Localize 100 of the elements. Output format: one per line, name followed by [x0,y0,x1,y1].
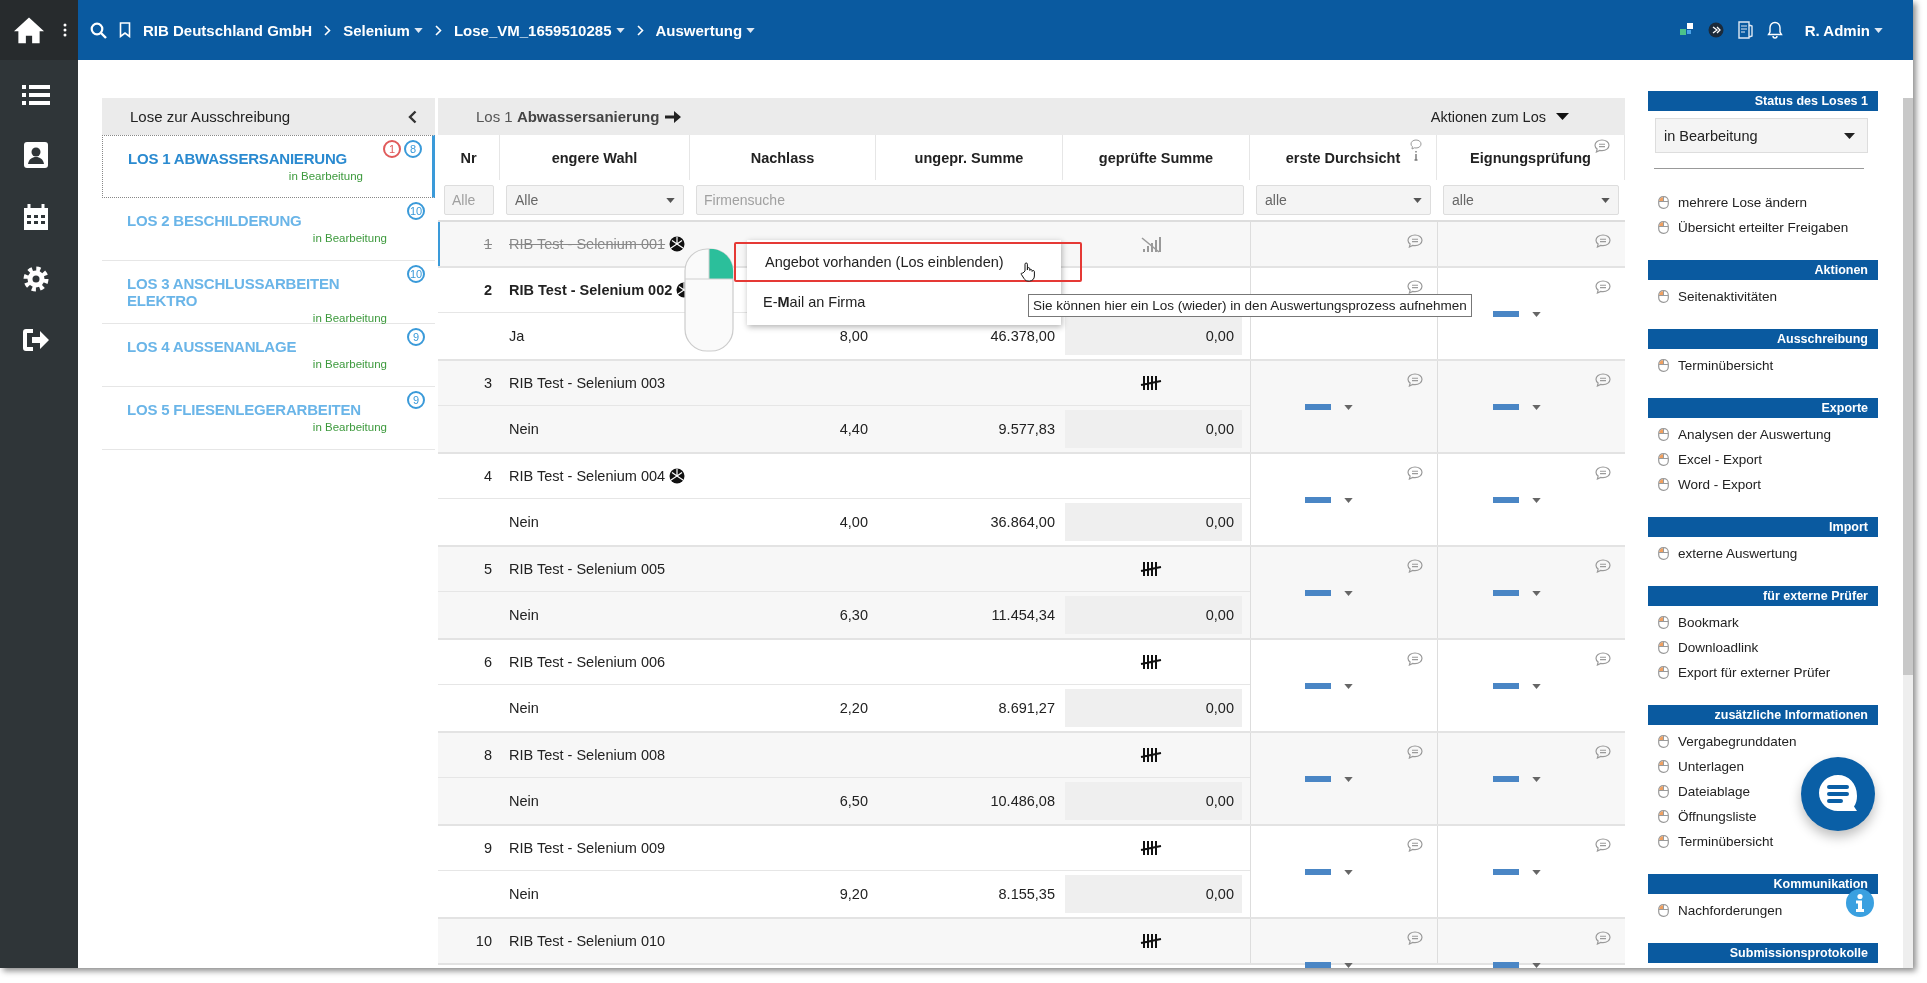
count-badge: 1 [383,140,401,158]
sidebar-link[interactable]: Excel - Export [1658,447,1763,472]
count-badge: 9 [407,328,425,346]
column-header: erste Durchsicht [1285,149,1401,166]
checked-sum-field[interactable]: 0,00 [1065,596,1242,634]
sidebar-link[interactable]: Downloadlink [1658,635,1759,660]
count-badge: 10 [407,202,425,220]
checked-sum-field[interactable]: 0,00 [1065,317,1242,355]
breadcrumb-link[interactable]: RIB Deutschland GmbH [143,21,313,39]
sidebar-link[interactable]: Analysen der Auswertung [1658,422,1832,447]
section-title: Import [1829,520,1868,534]
discount-value: 2,20 [839,700,868,716]
company-name: RIB Test - Selenium 010 [509,933,666,949]
company-name: RIB Test - Selenium 004 [509,468,666,484]
company-name: RIB Test - Selenium 005 [509,561,666,577]
sum-value: 8.155,35 [998,886,1055,902]
sidebar-link[interactable]: Öffnungsliste [1658,804,1757,829]
sidebar-link[interactable]: Terminübersicht [1658,829,1774,854]
shortlist-value: Nein [509,514,539,530]
breadcrumb-link[interactable]: Selenium [343,21,423,39]
sum-value: 9.577,83 [998,421,1055,437]
row-number: 3 [483,375,492,391]
sidebar-link[interactable]: Bookmark [1658,610,1739,635]
company-name: RIB Test - Selenium 006 [509,654,666,670]
filter-select[interactable]: alle [1443,185,1619,215]
company-name: RIB Test - Selenium 009 [509,840,666,856]
sum-value: 46.378,00 [990,328,1055,344]
column-header: ungepr. Summe [914,149,1024,166]
row-number: 5 [483,561,492,577]
row-number: 2 [483,282,492,298]
sidebar-link[interactable]: Word - Export [1658,472,1762,497]
column-header: Nr [460,149,477,166]
count-badge: 9 [407,391,425,409]
discount-value: 8,00 [839,328,868,344]
discount-value: 6,50 [839,793,868,809]
sidebar-link[interactable]: Seitenaktivitäten [1658,284,1778,309]
section-title: für externe Prüfer [1763,589,1868,603]
company-name: RIB Test - Selenium 003 [509,375,666,391]
discount-value: 9,20 [839,886,868,902]
sidebar-link[interactable]: Übersicht erteilter Freigaben [1658,215,1849,240]
shortlist-value: Nein [509,421,539,437]
breadcrumb-link[interactable]: Lose_VM_1659510285 [453,21,625,39]
discount-value: 6,30 [839,607,868,623]
lot-item[interactable]: LOS 5 FLIESENLEGERARBEITEN in Bearbeitung 9 [102,387,435,450]
sidebar-link[interactable]: Export für externer Prüfer [1658,660,1831,685]
sidebar-link[interactable]: Vergabegrunddaten [1658,729,1797,754]
column-header: engere Wahl [551,149,638,166]
sum-value: 8.691,27 [998,700,1055,716]
section-title: Aktionen [1814,263,1868,277]
status-select[interactable]: in Bearbeitung [1655,118,1868,153]
count-badge: 10 [407,265,425,283]
user-menu[interactable]: R. Admin [1804,21,1883,39]
shortlist-value: Nein [509,886,539,902]
column-header: Eignungsprüfung [1470,149,1591,166]
sidebar-link[interactable]: mehrere Lose ändern [1658,190,1808,215]
checked-sum-field[interactable]: 0,00 [1065,689,1242,727]
lot-item[interactable]: LOS 3 ANSCHLUSSARBEITEN ELEKTRO in Bearbeitung 10 [102,261,435,324]
checked-sum-field[interactable]: 0,00 [1065,410,1242,448]
actions-dropdown[interactable]: Aktionen zum Los [1430,108,1569,125]
row-number: 9 [483,840,492,856]
filter-select[interactable]: Alle [506,185,684,215]
row-number: 8 [483,747,492,763]
sidebar-link[interactable]: externe Auswertung [1658,541,1798,566]
column-header: Nachlass [750,149,815,166]
row-number: 4 [483,468,492,484]
sidebar-link[interactable]: Terminübersicht [1658,353,1774,378]
shortlist-value: Ja [509,328,525,344]
shortlist-value: Nein [509,607,539,623]
section-title: zusätzliche Informationen [1714,708,1868,722]
shortlist-value: Nein [509,700,539,716]
sum-value: 10.486,08 [990,793,1055,809]
company-name: RIB Test - Selenium 002 [509,282,673,298]
section-title: Status des Loses 1 [1754,94,1868,108]
checked-sum-field[interactable]: 0,00 [1065,503,1242,541]
lot-item[interactable]: LOS 4 AUSSENANLAGE in Bearbeitung 9 [102,324,435,387]
lot-title: Los 1 Abwassersanierung [476,108,660,125]
row-number: 10 [475,933,492,949]
filter-select[interactable]: alle [1256,185,1431,215]
tooltip: Sie können hier ein Los (wieder) in den Auswertungsprozess aufnehmen [1028,294,1472,317]
filter-field[interactable]: Firmensuche [696,185,1244,215]
checked-sum-field[interactable]: 0,00 [1065,782,1242,820]
company-name: RIB Test - Selenium 001 [509,236,666,252]
lot-item[interactable]: LOS 2 BESCHILDERUNG in Bearbeitung 10 [102,198,435,261]
checked-sum-field[interactable]: 0,00 [1065,875,1242,913]
row-number: 6 [483,654,492,670]
sum-value: 11.454,34 [991,607,1055,623]
menu-item[interactable]: Angebot vorhanden (Los einblenden) [734,242,1082,282]
breadcrumb-link[interactable]: Auswertung [655,21,756,39]
shortlist-value: Nein [509,793,539,809]
section-title: Ausschreibung [1777,332,1868,346]
filter-field[interactable]: Alle [444,185,494,215]
menu-item[interactable]: E-Mail an Firma [734,282,1004,322]
section-title: Submissionsprotokolle [1729,946,1868,960]
sidebar-link[interactable]: Unterlagen [1658,754,1745,779]
count-badge: 8 [404,140,422,158]
lot-item[interactable]: LOS 1 ABWASSERSANIERUNG in Bearbeitung 1 8 [102,135,435,198]
discount-value: 4,40 [839,421,868,437]
sidebar-link[interactable]: Dateiablage [1658,779,1751,804]
sidebar-link[interactable]: Nachforderungen [1658,898,1783,923]
section-title: Exporte [1821,401,1868,415]
